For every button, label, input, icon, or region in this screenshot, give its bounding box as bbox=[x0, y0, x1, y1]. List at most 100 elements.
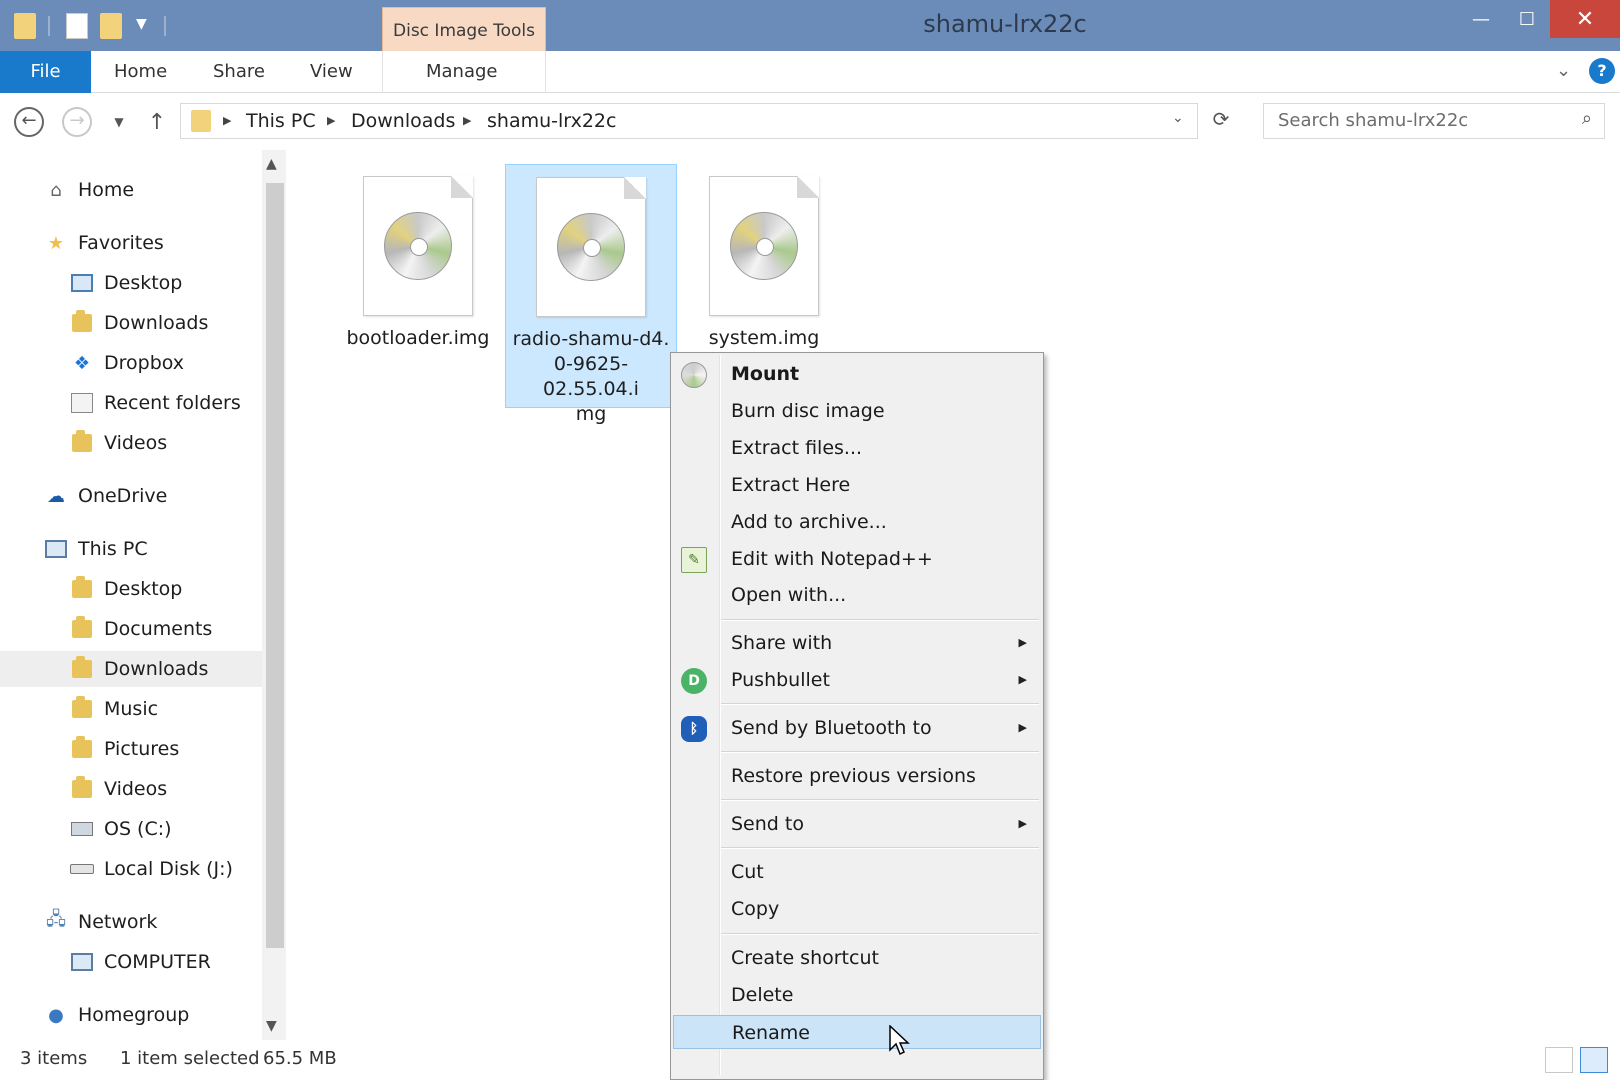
nav-item-videos[interactable]: Videos bbox=[0, 425, 262, 461]
nav-item-downloads-pc[interactable]: Downloads bbox=[0, 651, 262, 687]
back-arrow-icon: ← bbox=[14, 107, 44, 137]
forward-button[interactable]: → bbox=[60, 105, 94, 139]
customize-quick-access-icon[interactable]: ▼ bbox=[136, 16, 147, 32]
menu-item-pushbullet[interactable]: D Pushbullet ▶ bbox=[673, 663, 1041, 697]
navigation-pane: ⌂ Home ★ Favorites Desktop Downloads ❖ D… bbox=[0, 150, 262, 1040]
search-input[interactable]: Search shamu-lrx22c ⌕ bbox=[1263, 103, 1605, 139]
nav-item-label: Videos bbox=[104, 778, 168, 800]
breadcrumb-this-pc[interactable]: This PC bbox=[246, 104, 316, 138]
folder-icon bbox=[70, 736, 94, 761]
up-button[interactable]: ↑ bbox=[140, 105, 174, 139]
nav-scrollbar-thumb[interactable] bbox=[266, 183, 284, 948]
menu-item-delete[interactable]: Delete bbox=[673, 978, 1041, 1012]
large-icons-view-button[interactable] bbox=[1580, 1047, 1608, 1073]
nav-item-documents[interactable]: Documents bbox=[0, 611, 262, 647]
back-button[interactable]: ← bbox=[12, 105, 46, 139]
address-dropdown-icon[interactable]: ⌄ bbox=[1172, 110, 1184, 126]
nav-item-pictures[interactable]: Pictures bbox=[0, 731, 262, 767]
breadcrumb-separator-icon[interactable]: ▶ bbox=[223, 104, 231, 138]
nav-item-label: OS (C:) bbox=[104, 818, 172, 840]
nav-item-label: Downloads bbox=[104, 658, 209, 680]
nav-item-network[interactable]: 🖧 Network bbox=[0, 904, 262, 940]
menu-item-create-shortcut[interactable]: Create shortcut bbox=[673, 941, 1041, 975]
menu-item-extract-files[interactable]: Extract files... bbox=[673, 431, 1041, 465]
maximize-button[interactable]: ☐ bbox=[1504, 0, 1550, 38]
properties-icon[interactable] bbox=[66, 13, 88, 39]
nav-item-onedrive[interactable]: ☁ OneDrive bbox=[0, 478, 262, 514]
address-bar[interactable]: ▶ This PC ▶ Downloads ▶ shamu-lrx22c ⌄ bbox=[180, 103, 1198, 139]
nav-item-this-pc[interactable]: This PC bbox=[0, 531, 262, 567]
menu-separator bbox=[721, 703, 1039, 705]
menu-item-add-to-archive[interactable]: Add to archive... bbox=[673, 505, 1041, 539]
pushbullet-icon: D bbox=[681, 668, 707, 694]
tab-view[interactable]: View bbox=[310, 51, 353, 93]
file-item[interactable]: radio-shamu-d4. 0-9625-02.55.04.i mg bbox=[505, 164, 677, 425]
close-button[interactable]: ✕ bbox=[1550, 0, 1620, 38]
menu-item-restore-previous-versions[interactable]: Restore previous versions bbox=[673, 759, 1041, 793]
notepad-icon: ✎ bbox=[681, 547, 707, 573]
nav-item-recent-folders[interactable]: Recent folders bbox=[0, 385, 262, 421]
menu-item-send-by-bluetooth[interactable]: ᛒ Send by Bluetooth to ▶ bbox=[673, 711, 1041, 745]
nav-item-local-disk-j[interactable]: Local Disk (J:) bbox=[0, 851, 262, 887]
details-view-button[interactable] bbox=[1545, 1047, 1573, 1073]
file-item[interactable]: system.img bbox=[678, 164, 850, 351]
expand-ribbon-icon[interactable]: ⌄ bbox=[1556, 60, 1571, 81]
nav-item-desktop[interactable]: Desktop bbox=[0, 265, 262, 301]
breadcrumb-current-folder[interactable]: shamu-lrx22c bbox=[487, 104, 616, 138]
tab-share[interactable]: Share bbox=[213, 51, 265, 93]
tab-manage[interactable]: Manage bbox=[426, 51, 498, 93]
refresh-button[interactable]: ⟳ bbox=[1206, 107, 1236, 137]
menu-item-edit-with-notepad[interactable]: ✎ Edit with Notepad++ bbox=[673, 542, 1041, 576]
menu-separator bbox=[721, 799, 1039, 801]
nav-item-label: Dropbox bbox=[104, 352, 185, 374]
homegroup-icon: ● bbox=[48, 1004, 64, 1026]
menu-separator bbox=[721, 847, 1039, 849]
menu-item-copy[interactable]: Copy bbox=[673, 892, 1041, 926]
nav-item-desktop-pc[interactable]: Desktop bbox=[0, 571, 262, 607]
nav-item-label: Videos bbox=[104, 432, 168, 454]
nav-item-dropbox[interactable]: ❖ Dropbox bbox=[0, 345, 262, 381]
bluetooth-icon: ᛒ bbox=[681, 716, 707, 742]
title-bar: ▼ Disc Image Tools shamu-lrx22c — ☐ ✕ bbox=[0, 0, 1620, 51]
nav-item-downloads[interactable]: Downloads bbox=[0, 305, 262, 341]
scroll-down-icon[interactable]: ▼ bbox=[266, 1018, 277, 1034]
menu-separator bbox=[721, 751, 1039, 753]
tab-home[interactable]: Home bbox=[114, 51, 167, 93]
new-folder-icon[interactable] bbox=[100, 13, 122, 39]
menu-item-burn-disc-image[interactable]: Burn disc image bbox=[673, 394, 1041, 428]
window-title: shamu-lrx22c bbox=[923, 10, 1087, 38]
file-item[interactable]: bootloader.img bbox=[332, 164, 504, 351]
menu-item-cut[interactable]: Cut bbox=[673, 855, 1041, 889]
menu-item-send-to[interactable]: Send to ▶ bbox=[673, 807, 1041, 841]
file-name-line: 0-9625-02.55.04.i bbox=[543, 353, 639, 400]
item-count: 3 items bbox=[20, 1048, 88, 1069]
menu-item-share-with[interactable]: Share with ▶ bbox=[673, 626, 1041, 660]
nav-item-home[interactable]: ⌂ Home bbox=[0, 172, 262, 208]
scroll-up-icon[interactable]: ▲ bbox=[266, 156, 277, 172]
tab-file[interactable]: File bbox=[0, 51, 91, 93]
nav-item-favorites[interactable]: ★ Favorites bbox=[0, 225, 262, 261]
menu-item-open-with[interactable]: Open with... bbox=[673, 578, 1041, 612]
menu-separator bbox=[721, 933, 1039, 935]
folder-icon bbox=[70, 576, 94, 601]
nav-item-computer[interactable]: COMPUTER bbox=[0, 944, 262, 980]
disc-icon bbox=[681, 362, 707, 388]
mouse-cursor-icon bbox=[889, 1025, 910, 1056]
nav-item-music[interactable]: Music bbox=[0, 691, 262, 727]
recent-locations-button[interactable]: ▼ bbox=[102, 105, 136, 139]
minimize-button[interactable]: — bbox=[1458, 0, 1504, 38]
menu-item-mount[interactable]: Mount bbox=[673, 357, 1041, 391]
nav-item-label: Recent folders bbox=[104, 392, 241, 414]
search-icon[interactable]: ⌕ bbox=[1582, 108, 1592, 129]
nav-item-os-c[interactable]: OS (C:) bbox=[0, 811, 262, 847]
breadcrumb-separator-icon[interactable]: ▶ bbox=[463, 104, 471, 138]
menu-item-rename[interactable]: Rename bbox=[673, 1015, 1041, 1049]
help-button[interactable]: ? bbox=[1589, 58, 1615, 84]
menu-item-extract-here[interactable]: Extract Here bbox=[673, 468, 1041, 502]
breadcrumb-separator-icon[interactable]: ▶ bbox=[327, 104, 335, 138]
nav-item-homegroup[interactable]: ● Homegroup bbox=[0, 997, 262, 1033]
folder-icon[interactable] bbox=[14, 13, 36, 39]
breadcrumb-downloads[interactable]: Downloads bbox=[351, 104, 455, 138]
nav-item-videos-pc[interactable]: Videos bbox=[0, 771, 262, 807]
file-name: bootloader.img bbox=[346, 327, 490, 349]
